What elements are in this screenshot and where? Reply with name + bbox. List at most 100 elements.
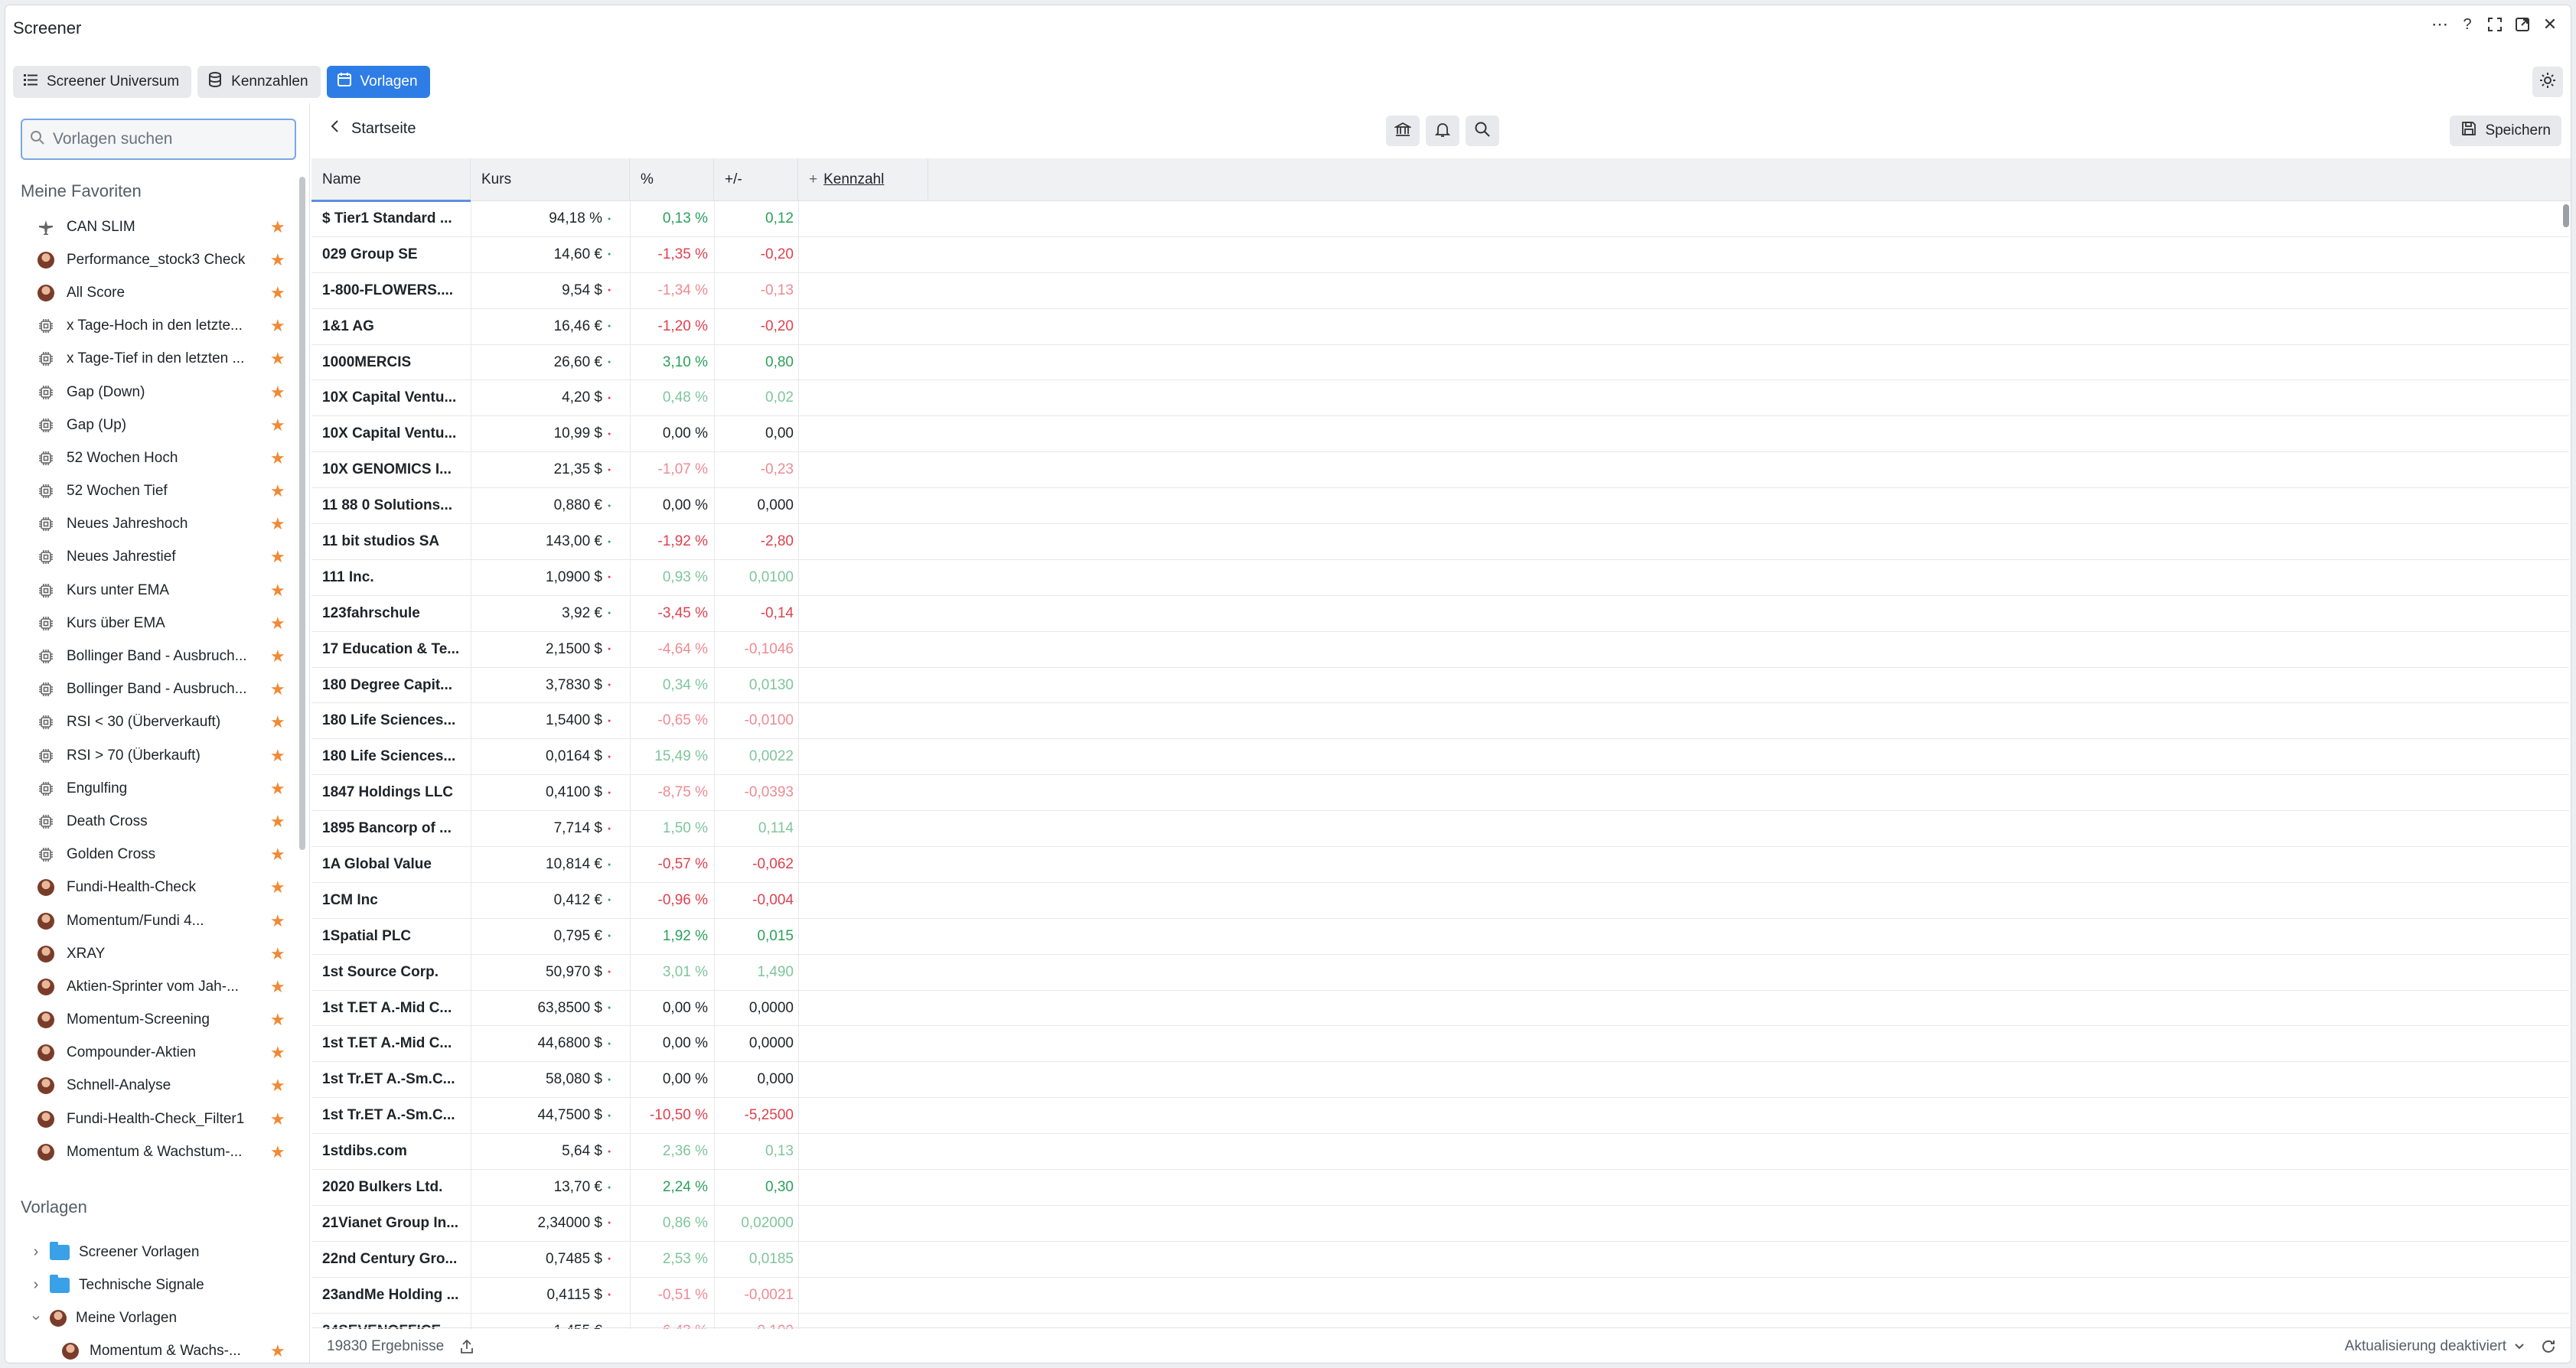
favorite-item[interactable]: RSI < 30 (Überverkauft) ★: [5, 706, 296, 739]
column-header-kurs[interactable]: Kurs: [471, 158, 630, 201]
table-row[interactable]: 1st Tr.ET A.-Sm.C... 44,7500 $ -10,50 % -5,…: [311, 1098, 2569, 1135]
table-row[interactable]: 1CM Inc 0,412 € -0,96 % -0,004 ●: [311, 883, 2569, 919]
star-icon[interactable]: ★: [270, 944, 285, 964]
favorite-item[interactable]: RSI > 70 (Überkauft) ★: [5, 739, 296, 772]
export-button[interactable]: [456, 1336, 478, 1357]
tree-item-screener-vorlagen[interactable]: › Screener Vorlagen: [5, 1236, 310, 1269]
favorite-item[interactable]: Kurs unter EMA ★: [5, 574, 296, 607]
breadcrumb[interactable]: Startseite: [330, 119, 416, 138]
tab-kennzahlen[interactable]: Kennzahlen: [197, 66, 321, 98]
add-column-button[interactable]: + Kennzahl: [798, 158, 928, 201]
refresh-button[interactable]: [2537, 1335, 2560, 1358]
favorite-item[interactable]: Fundi-Health-Check ★: [5, 871, 296, 904]
table-row[interactable]: 10X GENOMICS I... 21,35 $ -1,07 % -0,23 ●: [311, 452, 2569, 489]
table-row[interactable]: 180 Life Sciences... 0,0164 $ 15,49 % 0,002…: [311, 739, 2569, 776]
table-row[interactable]: 1st Tr.ET A.-Sm.C... 58,080 $ 0,00 % 0,000 ●: [311, 1062, 2569, 1099]
popout-icon[interactable]: [2512, 15, 2532, 34]
save-button[interactable]: Speichern: [2450, 116, 2561, 146]
favorite-item[interactable]: Kurs über EMA ★: [5, 607, 296, 640]
tree-item-technische-signale[interactable]: › Technische Signale: [5, 1269, 310, 1301]
star-icon[interactable]: ★: [270, 1043, 285, 1063]
table-row[interactable]: 11 88 0 Solutions... 0,880 € 0,00 % 0,000 ●: [311, 488, 2569, 525]
star-icon[interactable]: ★: [270, 1010, 285, 1030]
favorite-item[interactable]: Momentum/Fundi 4... ★: [5, 904, 296, 937]
table-row[interactable]: 1st T.ET A.-Mid C... 63,8500 $ 0,00 % 0,000…: [311, 991, 2569, 1027]
table-row[interactable]: 1A Global Value 10,814 € -0,57 % -0,062 ●: [311, 847, 2569, 883]
favorite-item[interactable]: Fundi-Health-Check_Filter1 ★: [5, 1103, 296, 1135]
favorite-item[interactable]: Gap (Up) ★: [5, 409, 296, 441]
table-row[interactable]: 1st T.ET A.-Mid C... 44,6800 $ 0,00 % 0,000…: [311, 1026, 2569, 1063]
chevron-right-icon[interactable]: ›: [28, 1276, 44, 1294]
tab-screener-universum[interactable]: Screener Universum: [13, 66, 192, 98]
favorite-item[interactable]: Performance_stock3 Check ★: [5, 243, 296, 276]
favorite-item[interactable]: CAN SLIM ★: [5, 210, 296, 243]
column-header-name[interactable]: Name: [311, 158, 471, 202]
table-row[interactable]: 1895 Bancorp of ... 7,714 $ 1,50 % 0,114 ●: [311, 811, 2569, 848]
table-row[interactable]: 123fahrschule 3,92 € -3,45 % -0,14 ●: [311, 596, 2569, 632]
settings-button[interactable]: [2532, 67, 2563, 97]
favorite-item[interactable]: x Tage-Tief in den letzten ... ★: [5, 343, 296, 376]
star-icon[interactable]: ★: [270, 779, 285, 799]
table-row[interactable]: 22nd Century Gro... 0,7485 $ 2,53 % 0,0185 ●: [311, 1242, 2569, 1278]
table-row[interactable]: 10X Capital Ventu... 4,20 $ 0,48 % 0,02 ●: [311, 380, 2569, 417]
star-icon[interactable]: ★: [270, 250, 285, 270]
table-row[interactable]: 1Spatial PLC 0,795 € 1,92 % 0,015 ●: [311, 919, 2569, 955]
star-icon[interactable]: ★: [270, 1142, 285, 1162]
table-row[interactable]: 1stdibs.com 5,64 $ 2,36 % 0,13 ●: [311, 1134, 2569, 1171]
chevron-right-icon[interactable]: ›: [28, 1243, 44, 1261]
star-icon[interactable]: ★: [270, 316, 285, 336]
table-row[interactable]: 17 Education & Te... 2,1500 $ -4,64 % -0,10…: [311, 632, 2569, 668]
favorite-item[interactable]: Bollinger Band - Ausbruch... ★: [5, 673, 296, 706]
star-icon[interactable]: ★: [270, 581, 285, 601]
help-icon[interactable]: ?: [2457, 15, 2477, 34]
star-icon[interactable]: ★: [270, 712, 285, 732]
favorite-item[interactable]: 52 Wochen Tief ★: [5, 475, 296, 508]
star-icon[interactable]: ★: [270, 448, 285, 468]
star-icon[interactable]: ★: [270, 349, 285, 369]
table-row[interactable]: 1&1 AG 16,46 € -1,20 % -0,20 ●: [311, 309, 2569, 345]
favorite-item[interactable]: Neues Jahreshoch ★: [5, 508, 296, 541]
star-icon[interactable]: ★: [270, 614, 285, 634]
search-input[interactable]: [53, 130, 282, 148]
table-row[interactable]: $ Tier1 Standard ... 94,18 % 0,13 % 0,12 ●: [311, 201, 2569, 237]
star-icon[interactable]: ★: [270, 977, 285, 997]
favorite-item[interactable]: All Score ★: [5, 276, 296, 309]
more-icon[interactable]: ⋯: [2430, 15, 2450, 34]
favorite-item[interactable]: Neues Jahrestief ★: [5, 541, 296, 574]
table-row[interactable]: 180 Degree Capit... 3,7830 $ 0,34 % 0,0130 ●: [311, 668, 2569, 704]
star-icon[interactable]: ★: [270, 514, 285, 534]
table-row[interactable]: 2020 Bulkers Ltd. 13,70 € 2,24 % 0,30 ●: [311, 1170, 2569, 1206]
favorite-item[interactable]: Momentum & Wachstum-... ★: [5, 1135, 296, 1168]
favorite-item[interactable]: Momentum-Screening ★: [5, 1004, 296, 1037]
update-dropdown[interactable]: Aktualisierung deaktiviert: [2345, 1338, 2525, 1355]
star-icon[interactable]: ★: [270, 679, 285, 699]
maximize-icon[interactable]: [2485, 15, 2505, 34]
table-row[interactable]: 1st Source Corp. 50,970 $ 3,01 % 1,490 ●: [311, 955, 2569, 991]
star-icon[interactable]: ★: [270, 1109, 285, 1129]
table-row[interactable]: 11 bit studios SA 143,00 € -1,92 % -2,80 ●: [311, 524, 2569, 560]
table-row[interactable]: 10X Capital Ventu... 10,99 $ 0,00 % 0,00 ●: [311, 416, 2569, 453]
star-icon[interactable]: ★: [270, 746, 285, 766]
tree-item-meine-vorlagen[interactable]: › Meine Vorlagen: [5, 1301, 310, 1334]
star-icon[interactable]: ★: [270, 383, 285, 402]
star-icon[interactable]: ★: [270, 1076, 285, 1096]
table-row[interactable]: 23andMe Holding ... 0,4115 $ -0,51 % -0,002…: [311, 1278, 2569, 1314]
star-icon[interactable]: ★: [270, 845, 285, 865]
column-header-percent[interactable]: %: [630, 158, 714, 201]
star-icon[interactable]: ★: [270, 547, 285, 567]
column-header-change[interactable]: +/-: [714, 158, 798, 201]
star-icon[interactable]: ★: [270, 647, 285, 666]
star-icon[interactable]: ★: [270, 217, 285, 237]
table-row[interactable]: 111 Inc. 1,0900 $ 0,93 % 0,0100 ●: [311, 560, 2569, 596]
bank-button[interactable]: [1386, 116, 1420, 146]
star-icon[interactable]: ★: [270, 481, 285, 501]
table-row[interactable]: 21Vianet Group In... 2,34000 $ 0,86 % 0,020…: [311, 1206, 2569, 1242]
star-icon[interactable]: ★: [270, 812, 285, 832]
favorite-item[interactable]: 52 Wochen Hoch ★: [5, 441, 296, 474]
tree-item-momentum-wachstum[interactable]: Momentum & Wachs-... ★: [5, 1334, 310, 1363]
favorite-item[interactable]: Engulfing ★: [5, 772, 296, 805]
alert-button[interactable]: [1426, 116, 1459, 146]
chevron-down-icon[interactable]: ›: [28, 1311, 45, 1326]
star-icon[interactable]: ★: [270, 911, 285, 931]
search-button[interactable]: [1466, 116, 1499, 146]
